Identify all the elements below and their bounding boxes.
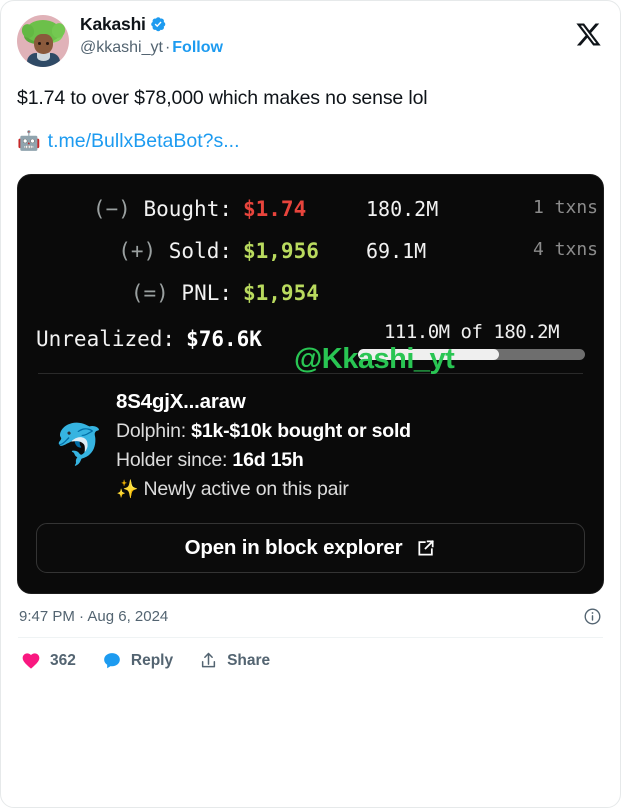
holder-tier-label: Dolphin: <box>116 419 186 442</box>
info-icon[interactable] <box>583 607 602 626</box>
handle: @kkashi_yt <box>80 39 163 57</box>
x-logo-icon[interactable] <box>575 21 602 48</box>
stat-row-pnl: (=) PNL: $1,954 <box>36 281 585 305</box>
dolphin-icon: 🐬 <box>54 423 104 468</box>
like-count: 362 <box>50 651 76 669</box>
progress-caption: 111.0M of 180.2M <box>383 320 560 343</box>
avatar[interactable] <box>17 15 69 67</box>
tweet-meta-row: 9:47 PM · Aug 6, 2024 <box>17 594 604 637</box>
tweet-header: Kakashi @kkashi_yt · Follow <box>17 13 604 71</box>
holder-note-text: Newly active on this pair <box>143 477 349 500</box>
explorer-button-label: Open in block explorer <box>184 535 403 559</box>
progress-fill <box>358 348 499 360</box>
reply-icon <box>104 652 120 668</box>
heart-icon <box>22 653 40 669</box>
handle-row: @kkashi_yt · Follow <box>80 38 223 58</box>
sparkles-icon: ✨ <box>116 478 139 499</box>
stat-label-pnl: (=) PNL: <box>36 281 232 305</box>
stat-value-pnl: $1,954 <box>243 280 319 305</box>
stat-operator-sold: (+) <box>118 238 157 263</box>
holder-tier: Dolphin: $1k-$10k bought or sold <box>116 420 411 443</box>
reply-button[interactable]: Reply <box>102 651 173 671</box>
trade-preview-card[interactable]: (−) Bought: $1.74 180.2M 1 txns (+) Sold… <box>17 173 604 594</box>
avatar-face <box>34 34 53 54</box>
stat-name-pnl: PNL: <box>181 280 232 305</box>
card-divider <box>38 372 583 374</box>
progress-track <box>358 348 585 360</box>
stat-operator-pnl: (=) <box>130 280 169 305</box>
stat-label-bought: (−) Bought: <box>36 197 232 221</box>
display-name: Kakashi <box>80 14 146 34</box>
unrealized-row: Unrealized: $76.6K 111.0M of 180.2M <box>36 321 585 360</box>
tweet-card: Kakashi @kkashi_yt · Follow $1.74 to over … <box>0 0 621 808</box>
stat-operator-bought: (−) <box>92 196 131 221</box>
holder-lines: 8S4gjX...araw Dolphin: $1k-$10k bought o… <box>116 390 411 501</box>
holder-since-value: 16d 15h <box>232 448 304 471</box>
external-link-icon <box>418 539 435 556</box>
holder-since-label: Holder since: <box>116 448 228 471</box>
verified-badge-icon <box>150 17 166 32</box>
avatar-eye-right <box>46 42 49 45</box>
reply-label: Reply <box>130 651 174 669</box>
stat-amount-bought: 180.2M <box>366 196 439 221</box>
holder-address[interactable]: 8S4gjX...araw <box>116 390 411 414</box>
stat-txns-sold: 4 txns <box>533 238 599 260</box>
handle-separator: · <box>164 39 171 57</box>
holder-tier-value: $1k-$10k bought or sold <box>191 419 411 442</box>
avatar-body <box>27 53 60 67</box>
author-block: Kakashi @kkashi_yt · Follow <box>80 13 223 58</box>
stat-name-bought: Bought: <box>143 196 232 221</box>
tweet-text: $1.74 to over $78,000 which makes no sen… <box>17 87 428 109</box>
avatar-eye-left <box>38 42 41 45</box>
unrealized-value: $76.6K <box>186 326 262 351</box>
stat-amount-sold: 69.1M <box>366 238 427 263</box>
follow-button[interactable]: Follow <box>172 39 223 56</box>
tweet-timestamp: 9:47 PM · Aug 6, 2024 <box>19 607 169 625</box>
share-button[interactable]: Share <box>199 651 270 670</box>
holder-info: 🐬 8S4gjX...araw Dolphin: $1k-$10k bought… <box>36 390 585 501</box>
open-in-block-explorer-button[interactable]: Open in block explorer <box>36 522 585 573</box>
stats-list: (−) Bought: $1.74 180.2M 1 txns (+) Sold… <box>36 196 598 360</box>
holdings-progress: 111.0M of 180.2M <box>358 321 585 360</box>
stat-txns-bought: 1 txns <box>533 196 599 218</box>
stat-row-bought: (−) Bought: $1.74 180.2M 1 txns <box>36 196 598 221</box>
share-label: Share <box>227 651 271 669</box>
stat-value-bought: $1.74 <box>243 196 307 221</box>
tweet-link-row[interactable]: 🤖 t.me/BullxBetaBot?s... <box>17 129 604 154</box>
tweet-actions-row: 362 Reply Share <box>17 638 604 671</box>
holder-since: Holder since: 16d 15h <box>116 449 411 472</box>
stat-value-sold: $1,956 <box>243 238 319 263</box>
unrealized-label: Unrealized: <box>36 326 176 351</box>
holder-note: ✨ Newly active on this pair <box>116 478 411 501</box>
robot-icon: 🤖 <box>17 131 41 153</box>
stat-name-sold: Sold: <box>168 238 232 263</box>
like-button[interactable]: 362 <box>21 651 76 671</box>
display-name-row: Kakashi <box>80 14 223 35</box>
share-icon <box>201 652 216 668</box>
telegram-link[interactable]: t.me/BullxBetaBot?s... <box>48 129 240 154</box>
stat-label-sold: (+) Sold: <box>36 239 232 263</box>
stat-row-sold: (+) Sold: $1,956 69.1M 4 txns <box>36 238 598 263</box>
